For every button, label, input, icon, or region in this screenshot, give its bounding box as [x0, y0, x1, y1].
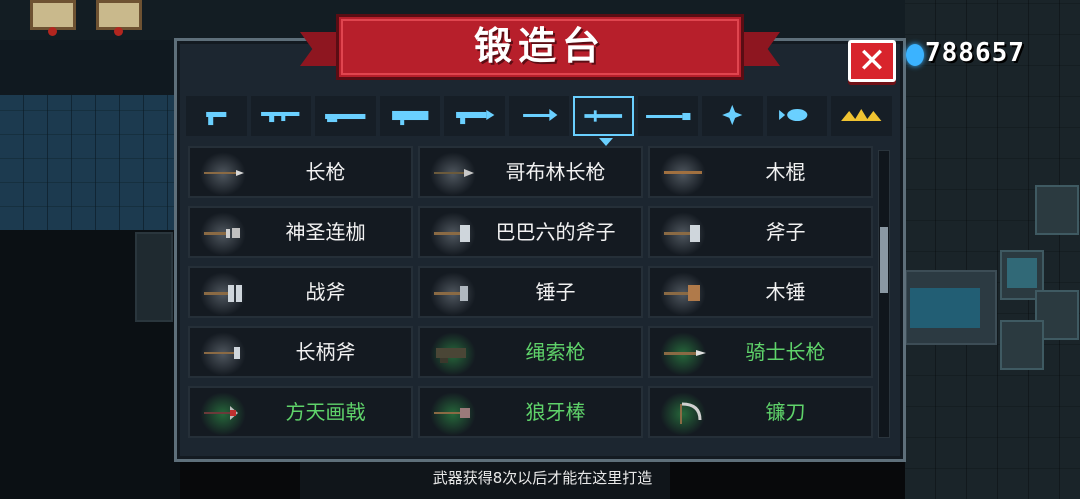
melee-weapon-icon — [584, 110, 623, 122]
weapon-cell[interactable]: 长柄斧 — [188, 326, 413, 378]
tab-fish[interactable] — [766, 96, 827, 136]
weapon-cell[interactable]: 神圣连枷 — [188, 206, 413, 258]
mace-icon — [434, 408, 470, 418]
machine-glow — [1007, 258, 1037, 288]
tab-staff[interactable] — [637, 96, 698, 136]
axe-icon — [434, 225, 470, 242]
tab-melee-weapon[interactable] — [573, 96, 634, 146]
door — [135, 232, 173, 322]
weapon-cell[interactable]: 镰刀 — [648, 386, 873, 438]
long-axe-icon — [204, 347, 240, 359]
weapon-cell[interactable]: 狼牙棒 — [418, 386, 643, 438]
tab-shuriken[interactable] — [702, 96, 763, 136]
gem-icon — [906, 44, 924, 66]
tab-bow[interactable] — [508, 96, 569, 136]
weapon-name: 斧子 — [765, 220, 806, 244]
goblin-spear-icon — [434, 169, 474, 177]
bow-icon — [522, 108, 557, 122]
scrollbar-thumb[interactable] — [880, 227, 888, 293]
weapon-name: 方天画戟 — [285, 400, 366, 424]
weapon-cell[interactable]: 骑士长枪 — [648, 326, 873, 378]
tab-laser-gun[interactable] — [444, 96, 505, 136]
weapon-name: 巴巴六的斧子 — [495, 220, 616, 244]
console-screen — [910, 288, 980, 328]
lab-floor-grid — [905, 0, 1080, 499]
tab-shotgun[interactable] — [315, 96, 376, 136]
staff-icon — [645, 112, 690, 121]
weapon-cell[interactable]: 方天画戟 — [188, 386, 413, 438]
lab-machine — [1035, 185, 1079, 235]
rifle-icon — [260, 111, 299, 123]
weapon-name: 战斧 — [305, 280, 346, 304]
currency-value: 788657 — [925, 38, 1025, 68]
spear-icon — [204, 170, 244, 176]
tab-launcher[interactable] — [379, 96, 440, 136]
close-icon: ✕ — [857, 41, 887, 81]
wall-painting — [96, 0, 142, 36]
weapon-cell[interactable]: 锤子 — [418, 266, 643, 318]
panel-title: 锻造台 — [473, 24, 606, 68]
laser-gun-icon — [456, 109, 495, 125]
weapon-name: 木棍 — [765, 160, 806, 184]
rope-gun-icon — [436, 348, 466, 363]
battle-axe-icon — [204, 285, 242, 302]
weapon-cell[interactable]: 木棍 — [648, 146, 873, 198]
knight-lance-icon — [664, 350, 706, 356]
weapon-category-tabs — [186, 96, 894, 146]
weapon-name: 绳索枪 — [525, 340, 586, 364]
tab-rifle[interactable] — [250, 96, 311, 136]
shotgun-icon — [325, 113, 366, 123]
shuriken-icon — [722, 104, 743, 126]
misc-gold-icon — [841, 108, 882, 122]
weapon-grid: 长枪 哥布林长枪 木棍神圣连枷 巴巴六的斧子 斧子战斧 锤子 木锤长柄斧 绳索枪 骑士长枪方天画… — [188, 146, 874, 442]
scythe-icon — [680, 402, 702, 424]
halberd-icon — [204, 406, 238, 420]
weapon-cell[interactable]: 战斧 — [188, 266, 413, 318]
weapon-cell[interactable]: 巴巴六的斧子 — [418, 206, 643, 258]
close-button[interactable]: ✕ — [848, 40, 896, 82]
blue-floor-grid — [0, 95, 180, 230]
launcher-icon — [391, 110, 428, 126]
weapon-name: 神圣连枷 — [285, 220, 366, 244]
pistol-icon — [206, 111, 227, 126]
fish-icon — [778, 108, 807, 122]
weapon-cell[interactable]: 木锤 — [648, 266, 873, 318]
weapon-name: 镰刀 — [765, 400, 806, 424]
weapon-name: 长柄斧 — [295, 340, 356, 364]
holy-flail-icon — [204, 228, 240, 238]
weapon-name: 骑士长枪 — [745, 340, 826, 364]
weapon-name: 锤子 — [535, 280, 576, 304]
forge-hint: 武器获得8次以后才能在这里打造 — [432, 469, 653, 487]
weapon-cell[interactable]: 长枪 — [188, 146, 413, 198]
scrollbar[interactable] — [878, 150, 890, 438]
weapon-name: 长枪 — [305, 160, 346, 184]
weapon-name: 木锤 — [765, 280, 806, 304]
lab-machine — [1000, 320, 1044, 370]
weapon-name: 哥布林长枪 — [505, 160, 606, 184]
axe-icon — [664, 225, 700, 242]
weapon-cell[interactable]: 斧子 — [648, 206, 873, 258]
tab-pistol[interactable] — [186, 96, 247, 136]
wooden-stick-icon — [664, 171, 702, 174]
hammer-icon — [434, 286, 468, 301]
weapon-cell[interactable]: 绳索枪 — [418, 326, 643, 378]
wall-painting — [30, 0, 76, 36]
wooden-hammer-icon — [664, 285, 700, 301]
weapon-cell[interactable]: 哥布林长枪 — [418, 146, 643, 198]
weapon-name: 狼牙棒 — [525, 400, 586, 424]
tab-misc-gold[interactable] — [831, 96, 892, 136]
wall-shadow — [0, 40, 180, 95]
